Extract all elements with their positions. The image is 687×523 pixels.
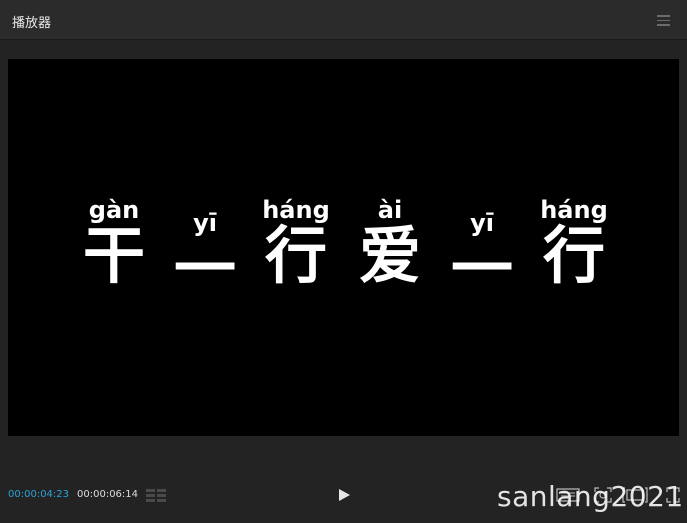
subtitle-char: háng 行: [256, 196, 336, 288]
current-timecode[interactable]: 00:00:04:23: [8, 489, 69, 500]
subtitle-char: yī 一: [442, 209, 522, 301]
play-icon[interactable]: [337, 488, 351, 502]
video-viewport[interactable]: gàn 干 yī 一 háng 行 ài 爱 yī 一 háng 行: [8, 59, 679, 436]
subtitle-char: háng 行: [534, 196, 614, 288]
total-timecode: 00:00:06:14: [77, 489, 139, 500]
marker-icon[interactable]: [146, 488, 166, 502]
subtitle-char: yī 一: [165, 209, 245, 301]
hanzi-label: 行: [264, 219, 327, 292]
caption-icon[interactable]: [622, 486, 648, 504]
subtitle-overlay: gàn 干 yī 一 háng 行 ài 爱 yī 一 háng 行: [8, 59, 679, 436]
window-title: 播放器: [12, 16, 52, 31]
subtitle-char: gàn 干: [74, 196, 154, 288]
hanzi-label: 爱: [358, 219, 421, 292]
fullscreen-icon[interactable]: [666, 486, 680, 504]
safe-frame-icon[interactable]: [556, 486, 580, 504]
subtitle-char: ài 爱: [350, 196, 430, 288]
snapshot-icon[interactable]: [593, 486, 613, 504]
hanzi-label: 行: [542, 219, 605, 292]
hanzi-label: 一: [173, 232, 236, 305]
playback-controls: 00:00:04:23 00:00:06:14: [0, 470, 687, 523]
hanzi-label: 一: [450, 232, 513, 305]
title-bar: 播放器: [0, 0, 687, 40]
menu-icon[interactable]: [657, 15, 670, 26]
view-options: [556, 486, 681, 504]
hanzi-label: 干: [82, 219, 145, 292]
